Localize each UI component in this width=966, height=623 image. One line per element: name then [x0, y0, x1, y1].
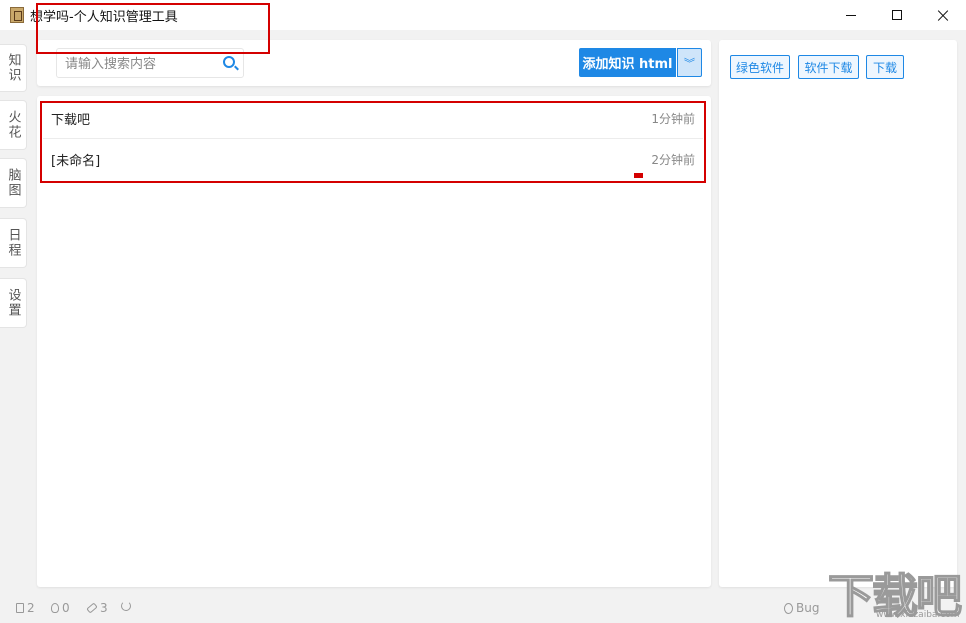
- nav-tab-settings[interactable]: 设置: [0, 278, 27, 328]
- watermark: 下载吧 www.xiazaiba.com: [827, 560, 966, 623]
- search-icon[interactable]: [223, 56, 235, 68]
- app-icon: [10, 7, 24, 23]
- maximize-button[interactable]: [874, 0, 920, 30]
- close-button[interactable]: ×: [920, 0, 966, 30]
- nav-tab-spark[interactable]: 火花: [0, 100, 27, 150]
- annotation-marker: [634, 173, 643, 178]
- close-icon: ×: [934, 3, 952, 27]
- nav-tab-label: 脑图: [5, 168, 21, 198]
- nav-tab-schedule[interactable]: 日程: [0, 218, 27, 268]
- nav-tab-label: 设置: [5, 288, 21, 318]
- nav-tab-knowledge[interactable]: 知识: [0, 44, 27, 92]
- tag-count-value: 3: [100, 601, 108, 615]
- bug-label: Bug: [796, 601, 820, 615]
- document-icon: [16, 603, 24, 613]
- nav-tab-mindmap[interactable]: 脑图: [0, 158, 27, 208]
- nav-tab-label: 知识: [5, 53, 21, 83]
- sync-button[interactable]: [121, 601, 131, 611]
- chevron-double-down-icon: ︾: [684, 56, 695, 70]
- nav-tab-label: 日程: [5, 228, 21, 258]
- bug-report-button[interactable]: Bug: [784, 601, 819, 615]
- minimize-icon: [846, 14, 856, 16]
- watermark-url: www.xiazaiba.com: [876, 610, 960, 620]
- nav-tab-label: 火花: [5, 110, 21, 140]
- doc-count[interactable]: 2: [16, 601, 35, 615]
- status-bar: 2 0 3 Bug: [0, 595, 966, 623]
- doc-count-value: 2: [27, 601, 35, 615]
- add-knowledge-button[interactable]: 添加知识 html: [579, 48, 676, 77]
- maximize-icon: [892, 10, 902, 20]
- tag-icon: [86, 602, 98, 614]
- bug-icon: [784, 602, 793, 614]
- tag-count[interactable]: 3: [86, 601, 108, 615]
- sync-icon: [121, 601, 131, 611]
- spark-count[interactable]: 0: [51, 601, 70, 615]
- tag-button[interactable]: 绿色软件: [730, 55, 790, 79]
- minimize-button[interactable]: [828, 0, 874, 30]
- add-options-dropdown[interactable]: ︾: [677, 48, 702, 77]
- annotation-box-search: [36, 3, 270, 54]
- spark-count-value: 0: [62, 601, 70, 615]
- tag-button[interactable]: 软件下载: [798, 55, 859, 79]
- search-input[interactable]: [65, 54, 215, 74]
- fire-icon: [51, 603, 59, 613]
- tag-button[interactable]: 下载: [866, 55, 904, 79]
- tag-panel: 绿色软件 软件下载 下载: [719, 40, 957, 587]
- annotation-box-list: [40, 101, 706, 183]
